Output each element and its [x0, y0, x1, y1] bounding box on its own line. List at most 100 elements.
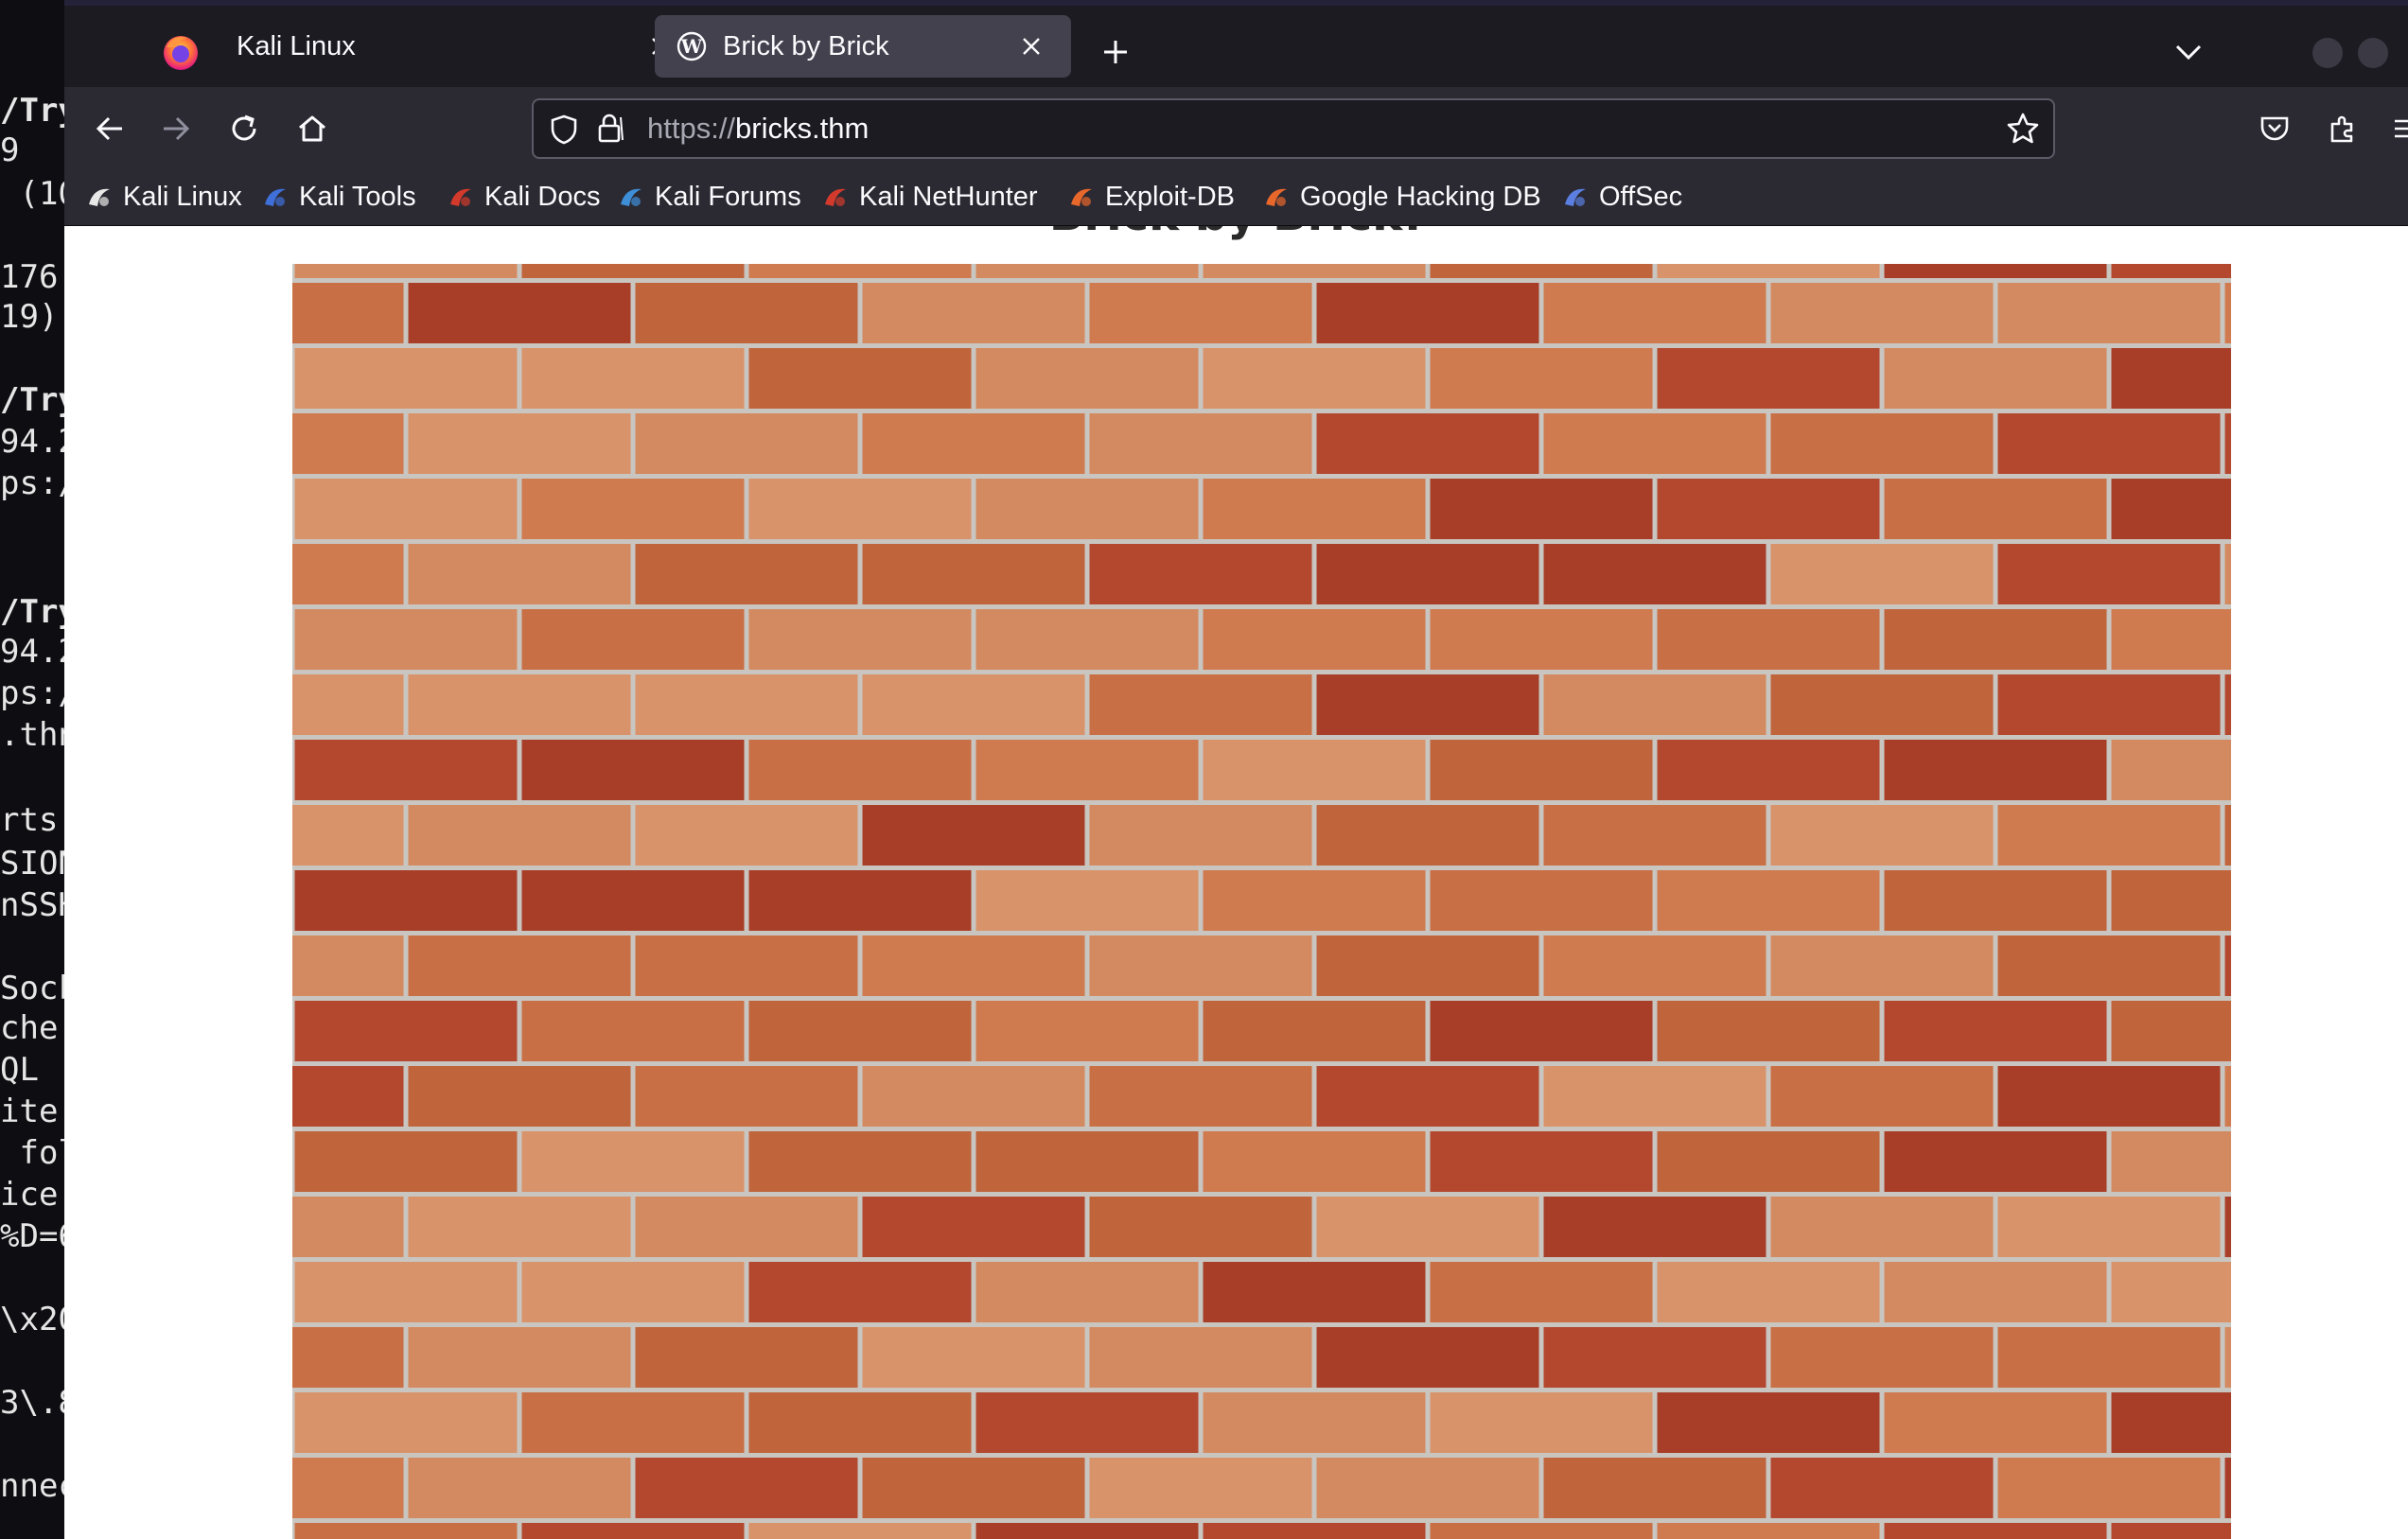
brick	[748, 479, 972, 539]
close-icon[interactable]	[1012, 27, 1050, 65]
brick	[1657, 1131, 1880, 1192]
bookmark-kali-docs[interactable]: Kali Docs	[447, 174, 601, 219]
home-icon[interactable]	[288, 104, 337, 153]
tab-title: Brick by Brick	[723, 30, 889, 61]
shield-icon[interactable]	[549, 114, 579, 149]
brick	[1316, 805, 1539, 866]
ghdb-icon	[1262, 183, 1291, 211]
url-text[interactable]: https://bricks.thm	[647, 100, 869, 157]
brick	[1770, 283, 1994, 343]
terminal-line: ps:/	[0, 464, 64, 502]
terminal-line: rts	[0, 801, 59, 839]
brick	[294, 1392, 518, 1453]
brick	[408, 936, 631, 996]
brick	[976, 609, 1199, 670]
brick	[294, 1523, 518, 1539]
brick	[1543, 413, 1766, 474]
brick	[1997, 1066, 2221, 1127]
address-bar[interactable]: https://bricks.thm	[532, 98, 2055, 159]
bookmark-label: Kali NetHunter	[859, 181, 1038, 212]
new-tab-button[interactable]	[1094, 30, 1137, 74]
brick	[1770, 544, 1994, 604]
brick	[748, 1131, 972, 1192]
brick	[1997, 544, 2221, 604]
bookmark-label: Kali Tools	[299, 181, 416, 212]
chevron-down-icon[interactable]	[2167, 30, 2210, 74]
extensions-icon[interactable]	[2318, 104, 2367, 153]
brick	[1203, 1131, 1426, 1192]
brick	[1203, 1262, 1426, 1322]
brick	[294, 348, 518, 409]
brick	[1430, 1523, 1653, 1539]
brick	[1430, 479, 1653, 539]
brick	[1316, 283, 1539, 343]
brick	[635, 805, 858, 866]
brick	[1430, 1131, 1653, 1192]
lock-icon[interactable]	[594, 112, 626, 149]
terminal-line: 3\.8	[0, 1384, 64, 1422]
tab-kali-linux[interactable]: Kali Linux	[216, 15, 700, 78]
brick	[1543, 544, 1766, 604]
bookmark-kali-forums[interactable]: Kali Forums	[617, 174, 801, 219]
brick	[976, 1392, 1199, 1453]
kali-docs-icon	[447, 183, 475, 211]
forward-arrow-icon[interactable]	[151, 104, 201, 153]
brick	[181, 674, 404, 735]
brick	[976, 740, 1199, 800]
bookmark-exploit-db[interactable]: Exploit-DB	[1067, 174, 1235, 219]
brick	[1997, 413, 2221, 474]
brick	[1203, 348, 1426, 409]
terminal-line: .thn	[0, 716, 64, 754]
window-minimize-button[interactable]	[2312, 38, 2343, 68]
brick	[1430, 1392, 1653, 1453]
page-viewport: Brick by Brick!	[64, 226, 2408, 1539]
brick	[1203, 1001, 1426, 1061]
brick	[2224, 1327, 2408, 1388]
bookmark-offsec[interactable]: OffSec	[1561, 174, 1682, 219]
brick	[1884, 609, 2107, 670]
brick	[2224, 413, 2408, 474]
bookmark-kali-linux[interactable]: Kali Linux	[85, 174, 242, 219]
brick	[521, 1262, 745, 1322]
brick	[1884, 1131, 2107, 1192]
wordpress-icon: W	[676, 30, 708, 62]
brick	[635, 544, 858, 604]
bookmark-kali-nethunter[interactable]: Kali NetHunter	[821, 174, 1038, 219]
tab-brick-by-brick[interactable]: W Brick by Brick	[655, 15, 1071, 78]
terminal-line: ite	[0, 1093, 59, 1130]
brick	[1657, 1392, 1880, 1453]
brick	[1543, 674, 1766, 735]
brick	[862, 1458, 1085, 1518]
brick	[748, 348, 972, 409]
pocket-icon[interactable]	[2250, 104, 2299, 153]
exploit-db-icon	[1067, 183, 1096, 211]
brick	[294, 1131, 518, 1192]
url-scheme: https://	[647, 112, 736, 145]
brick	[1316, 674, 1539, 735]
reload-icon[interactable]	[220, 104, 269, 153]
back-arrow-icon[interactable]	[85, 104, 134, 153]
brick	[635, 936, 858, 996]
brick	[1089, 1458, 1312, 1518]
brick	[1430, 740, 1653, 800]
tab-strip: Kali Linux W Brick by Brick	[64, 6, 2408, 87]
brick	[1543, 283, 1766, 343]
bookmarks-toolbar: Kali Linux Kali Tools Kali Docs Kali Forums…	[64, 168, 2408, 226]
brick	[521, 740, 745, 800]
background-terminal[interactable]: /Try9 (10176.19)/Try94.2ps://Try94.2ps:/…	[0, 0, 64, 1539]
bookmark-star-icon[interactable]	[2006, 112, 2040, 149]
page-title: Brick by Brick!	[64, 226, 2408, 241]
brick	[1997, 283, 2221, 343]
kali-tools-icon	[261, 183, 290, 211]
window-maximize-button[interactable]	[2358, 38, 2388, 68]
bookmark-kali-tools[interactable]: Kali Tools	[261, 174, 416, 219]
brick	[1203, 1392, 1426, 1453]
brick	[1316, 413, 1539, 474]
bookmark-google-hacking-db[interactable]: Google Hacking DB	[1262, 174, 1541, 219]
terminal-line: (10	[19, 175, 64, 213]
menu-icon[interactable]	[2382, 104, 2408, 153]
terminal-line: Sock	[0, 970, 64, 1007]
brick	[2111, 1523, 2334, 1539]
firefox-icon[interactable]	[159, 30, 202, 74]
brick	[976, 1001, 1199, 1061]
